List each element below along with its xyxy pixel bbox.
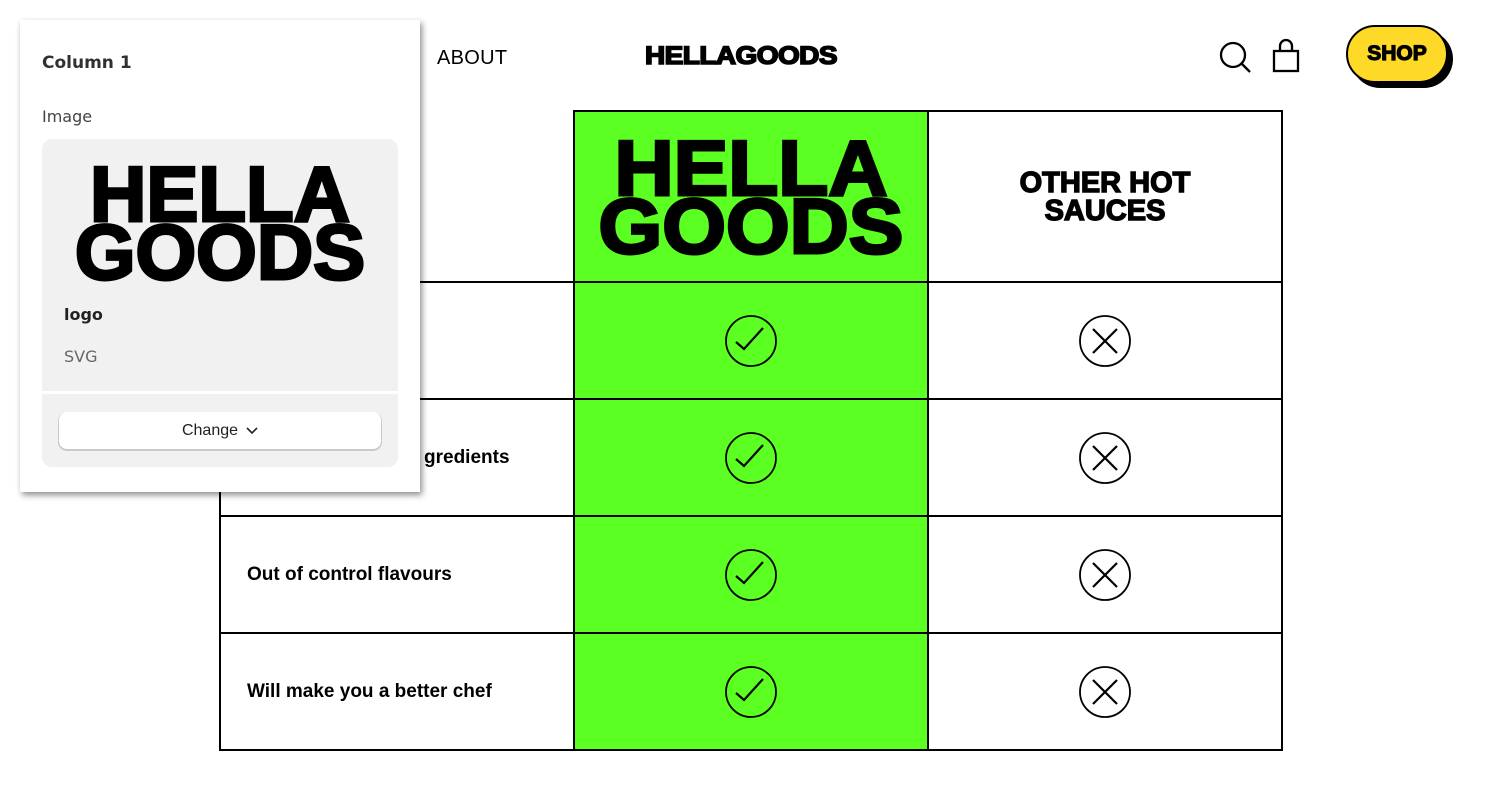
file-name: logo [64,305,103,324]
file-type: SVG [64,347,98,366]
nav-about-link[interactable]: ABOUT [437,47,507,70]
brand-logo-line: GOODS [597,181,905,270]
thumb-line: GOODS [73,208,366,296]
brand-cell [573,515,929,634]
panel-title: Column 1 [42,53,132,73]
column-settings-panel: Column 1 Image HELLA GOODS logo SVG Chang… [20,20,420,492]
change-label: Change [181,421,239,439]
divider [42,391,398,394]
check-icon [575,431,927,485]
other-cell [927,632,1283,751]
brand-cell [573,281,929,400]
x-icon [929,665,1281,719]
search-button[interactable] [1218,40,1252,74]
table-row: Out of control flavours [219,515,1283,634]
x-icon [929,431,1281,485]
other-cell [927,281,1283,400]
search-icon [1219,41,1251,73]
chevron-down-icon [246,426,258,434]
image-picker-card: HELLA GOODS logo SVG Change [42,139,398,467]
other-header-line: SAUCES [1044,194,1166,227]
image-thumbnail[interactable]: HELLA GOODS [64,154,376,296]
check-icon [575,314,927,368]
x-icon [929,314,1281,368]
cart-button[interactable] [1271,38,1305,74]
shop-button[interactable]: SHOP [1346,25,1448,83]
other-cell [927,398,1283,517]
x-icon [929,548,1281,602]
change-image-button[interactable]: Change [59,412,381,449]
brand-column-header: HELLA GOODS [573,110,929,283]
other-column-header: OTHER HOT SAUCES [927,110,1283,283]
bag-icon [1272,38,1300,73]
feature-label: Will make you a better chef [219,632,575,751]
table-row: Will make you a better chef [219,632,1283,751]
brand-logo[interactable]: HELLAGOODS [644,41,838,71]
brand-cell [573,632,929,751]
check-icon [575,665,927,719]
brand-cell [573,398,929,517]
feature-label: Out of control flavours [219,515,575,634]
other-header-line: OTHER HOT [1019,166,1191,199]
check-icon [575,548,927,602]
other-cell [927,515,1283,634]
image-field-label: Image [42,107,93,126]
